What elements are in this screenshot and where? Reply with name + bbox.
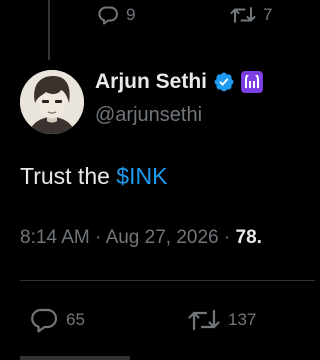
- bottom-cutoff-element: [20, 356, 130, 360]
- thread-connector-line: [48, 0, 50, 60]
- meta-separator: ·: [89, 227, 106, 248]
- retweet-count: 137: [228, 310, 257, 329]
- cashtag-link[interactable]: $INK: [116, 163, 167, 189]
- tweet-time[interactable]: 8:14 AM: [20, 227, 90, 248]
- reply-icon: [28, 305, 60, 335]
- verified-badge-icon: [214, 72, 234, 92]
- retweet-button[interactable]: 137: [186, 305, 256, 335]
- retweet-icon: [186, 305, 222, 335]
- retweet-icon: [229, 3, 257, 27]
- tweet-meta: 8:14 AM · Aug 27, 2026 · 78.: [20, 227, 315, 249]
- previous-retweet-count: 7: [263, 5, 273, 24]
- author-name-row[interactable]: Arjun Sethi: [95, 70, 264, 94]
- meta-separator: ·: [218, 227, 236, 248]
- reply-icon: [96, 3, 120, 27]
- tweet-text-prefix: Trust the: [20, 163, 117, 189]
- tweet-text: Trust the $INK: [20, 163, 167, 190]
- author-handle[interactable]: @arjunsethi: [95, 104, 202, 127]
- reply-count: 65: [66, 310, 85, 329]
- reply-button[interactable]: 65: [28, 305, 85, 335]
- tweet-date[interactable]: Aug 27, 2026: [106, 227, 219, 248]
- affiliate-badge-icon[interactable]: [241, 71, 264, 93]
- views-count: 78.: [235, 227, 262, 248]
- previous-reply-button[interactable]: 9: [96, 3, 135, 27]
- previous-reply-count: 9: [126, 5, 136, 24]
- previous-retweet-button[interactable]: 7: [229, 3, 272, 27]
- author-display-name[interactable]: Arjun Sethi: [95, 70, 207, 94]
- author-avatar[interactable]: [20, 70, 84, 134]
- divider: [20, 280, 315, 281]
